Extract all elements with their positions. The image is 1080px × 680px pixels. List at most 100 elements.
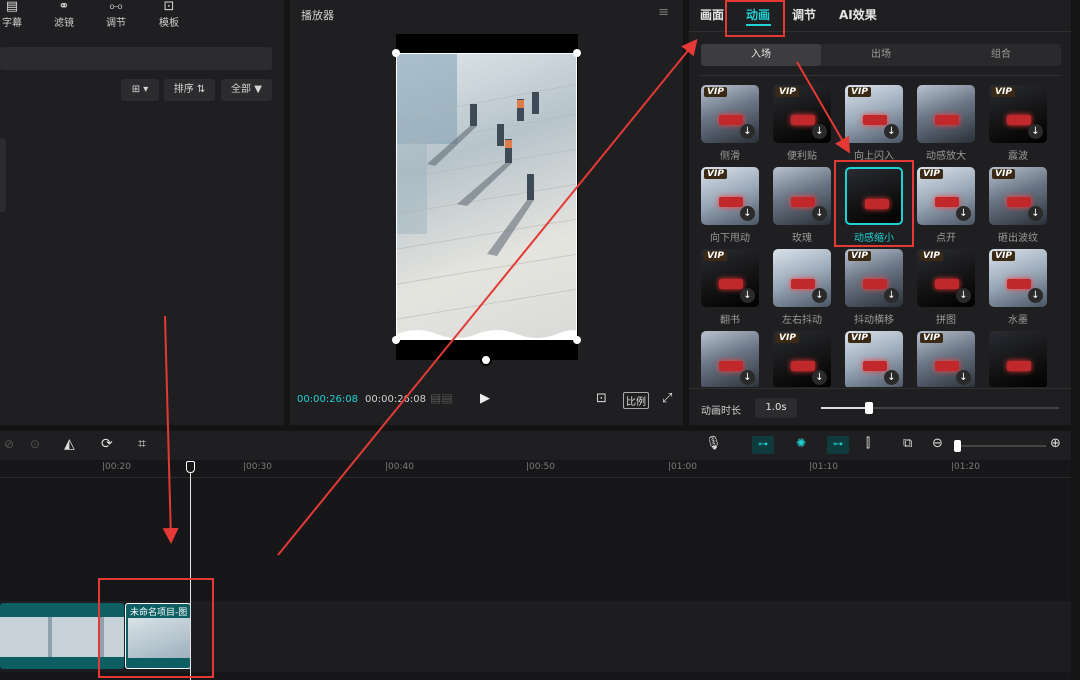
tab-picture[interactable]: 画面 xyxy=(700,6,724,23)
preview-axis-icon[interactable]: ✺ xyxy=(790,436,812,454)
playhead-line[interactable] xyxy=(190,470,191,680)
duration-slider-track[interactable] xyxy=(821,402,1059,414)
resize-handle-bl[interactable] xyxy=(392,336,400,344)
filter-icon: ⚭ xyxy=(58,0,70,14)
split-icon[interactable]: ⊘ xyxy=(4,437,14,451)
download-icon[interactable]: ↓ xyxy=(884,288,899,303)
effect-thumbnail[interactable]: VIP ↓ xyxy=(917,167,975,225)
subtab-outro[interactable]: 出场 xyxy=(821,44,941,66)
effect-thumbnail[interactable]: VIP ↓ xyxy=(701,167,759,225)
vip-badge: VIP xyxy=(704,251,727,261)
zoom-in-icon[interactable]: ⊕ xyxy=(1050,436,1061,451)
download-icon[interactable]: ↓ xyxy=(812,370,827,385)
freeze-icon[interactable]: ⊙ xyxy=(30,437,40,451)
effect-thumbnail[interactable] xyxy=(917,85,975,143)
zoom-slider-thumb[interactable] xyxy=(954,440,961,452)
expand-icon[interactable]: ⤢ xyxy=(662,391,672,406)
download-icon[interactable]: ↓ xyxy=(956,288,971,303)
download-icon[interactable]: ↓ xyxy=(1028,288,1043,303)
mic-icon[interactable]: 🎙 xyxy=(705,436,722,451)
effect-thumbnail[interactable]: ↓ xyxy=(773,249,831,307)
toolbar-template[interactable]: ⊡ 模板 xyxy=(151,0,187,29)
link-track-icon[interactable]: ⊶ xyxy=(827,436,849,454)
filter-all-button[interactable]: 全部 ▼ xyxy=(221,79,272,101)
effect-thumbnail[interactable]: VIP ↓ xyxy=(989,167,1047,225)
caption-icon[interactable]: ⧉ xyxy=(903,436,912,451)
fullscreen-screenshot-icon[interactable]: ⊡ xyxy=(596,391,607,406)
resize-handle-tr[interactable] xyxy=(573,49,581,57)
effect-thumbnail[interactable] xyxy=(989,331,1047,387)
grid-icon: ⊞ xyxy=(131,84,141,95)
crop-icon[interactable]: ⌗ xyxy=(138,436,146,452)
download-icon[interactable]: ↓ xyxy=(884,370,899,385)
subtab-underline xyxy=(701,75,1061,76)
toolbar-filter[interactable]: ⚭ 滤镜 xyxy=(46,0,82,29)
video-clip-main[interactable] xyxy=(0,603,124,669)
download-icon[interactable]: ↓ xyxy=(884,124,899,139)
effect-thumbnail[interactable]: VIP ↓ xyxy=(773,85,831,143)
link-main-track-icon[interactable]: ⊶ xyxy=(752,436,774,454)
download-icon[interactable]: ↓ xyxy=(812,288,827,303)
download-icon[interactable]: ↓ xyxy=(1028,206,1043,221)
effect-thumbnail[interactable]: VIP ↓ xyxy=(989,85,1047,143)
playhead-handle[interactable] xyxy=(186,461,195,473)
view-toggle-button[interactable]: ⊞ ▾ xyxy=(121,79,159,101)
effect-thumbnail[interactable]: VIP ↓ xyxy=(845,249,903,307)
download-icon[interactable]: ↓ xyxy=(812,124,827,139)
vip-badge: VIP xyxy=(992,87,1015,97)
subtab-intro[interactable]: 入场 xyxy=(701,44,821,66)
search-bar[interactable] xyxy=(0,47,272,70)
sort-button[interactable]: 排序 ⇅ xyxy=(164,79,215,101)
effect-thumbnail[interactable]: ↓ xyxy=(773,167,831,225)
duration-slider-thumb[interactable] xyxy=(864,402,873,414)
split-center-icon[interactable]: ⫿ xyxy=(866,436,870,451)
effect-thumbnail[interactable]: VIP ↓ xyxy=(917,331,975,387)
ratio-button[interactable]: 比例 xyxy=(623,392,649,409)
mirror-icon[interactable]: ◭ xyxy=(64,436,75,452)
download-icon[interactable]: ↓ xyxy=(812,206,827,221)
effect-thumbnail[interactable]: VIP ↓ xyxy=(701,249,759,307)
vip-badge: VIP xyxy=(992,169,1015,179)
toolbar-adjust[interactable]: ⧟ 调节 xyxy=(98,0,134,29)
cable-car-icon xyxy=(791,115,815,125)
effect-thumbnail[interactable]: VIP ↓ xyxy=(989,249,1047,307)
zoom-out-icon[interactable]: ⊖ xyxy=(932,436,943,451)
download-icon[interactable]: ↓ xyxy=(740,206,755,221)
vip-badge: VIP xyxy=(704,87,727,97)
download-icon[interactable]: ↓ xyxy=(740,288,755,303)
menu-icon[interactable]: ≡ xyxy=(658,5,669,20)
zoom-slider-track[interactable] xyxy=(954,440,1046,452)
download-icon[interactable]: ↓ xyxy=(740,370,755,385)
download-icon[interactable]: ↓ xyxy=(1028,124,1043,139)
rotate-icon[interactable]: ⟳ xyxy=(101,436,113,452)
duration-input[interactable]: 1.0s xyxy=(755,398,797,418)
video-clip-selected[interactable]: 未命名项目-图 xyxy=(125,603,191,669)
ruler-tick: |00:20 xyxy=(102,462,131,472)
effect-thumbnail[interactable]: VIP ↓ xyxy=(917,249,975,307)
effect-thumbnail[interactable]: VIP ↓ xyxy=(845,85,903,143)
effect-thumbnail[interactable]: VIP ↓ xyxy=(773,331,831,387)
effect-name: 水墨 xyxy=(1008,315,1028,326)
video-frame[interactable] xyxy=(396,53,577,340)
tab-ai-effects[interactable]: AI效果 xyxy=(839,6,877,23)
download-icon[interactable]: ↓ xyxy=(956,206,971,221)
toolbar-subtitle[interactable]: ▤ 字幕 xyxy=(0,0,30,29)
effect-thumbnail[interactable] xyxy=(845,167,903,225)
effect-name: 向下甩动 xyxy=(710,233,750,244)
play-button[interactable]: ▶ xyxy=(480,391,490,406)
ruler-tick: |01:00 xyxy=(668,462,697,472)
resize-handle-br[interactable] xyxy=(573,336,581,344)
waveform-icon[interactable]: ▤▤ xyxy=(430,391,453,405)
resize-handle-tl[interactable] xyxy=(392,49,400,57)
rotate-handle[interactable] xyxy=(480,354,492,366)
duration-divider xyxy=(689,388,1071,389)
tab-adjust[interactable]: 调节 xyxy=(792,6,816,23)
effect-thumbnail[interactable]: VIP ↓ xyxy=(701,85,759,143)
vip-badge: VIP xyxy=(848,333,871,343)
download-icon[interactable]: ↓ xyxy=(740,124,755,139)
tab-animation[interactable]: 动画 xyxy=(746,6,770,23)
effect-thumbnail[interactable]: ↓ xyxy=(701,331,759,387)
download-icon[interactable]: ↓ xyxy=(956,370,971,385)
subtab-combo[interactable]: 组合 xyxy=(941,44,1061,66)
effect-thumbnail[interactable]: VIP ↓ xyxy=(845,331,903,387)
